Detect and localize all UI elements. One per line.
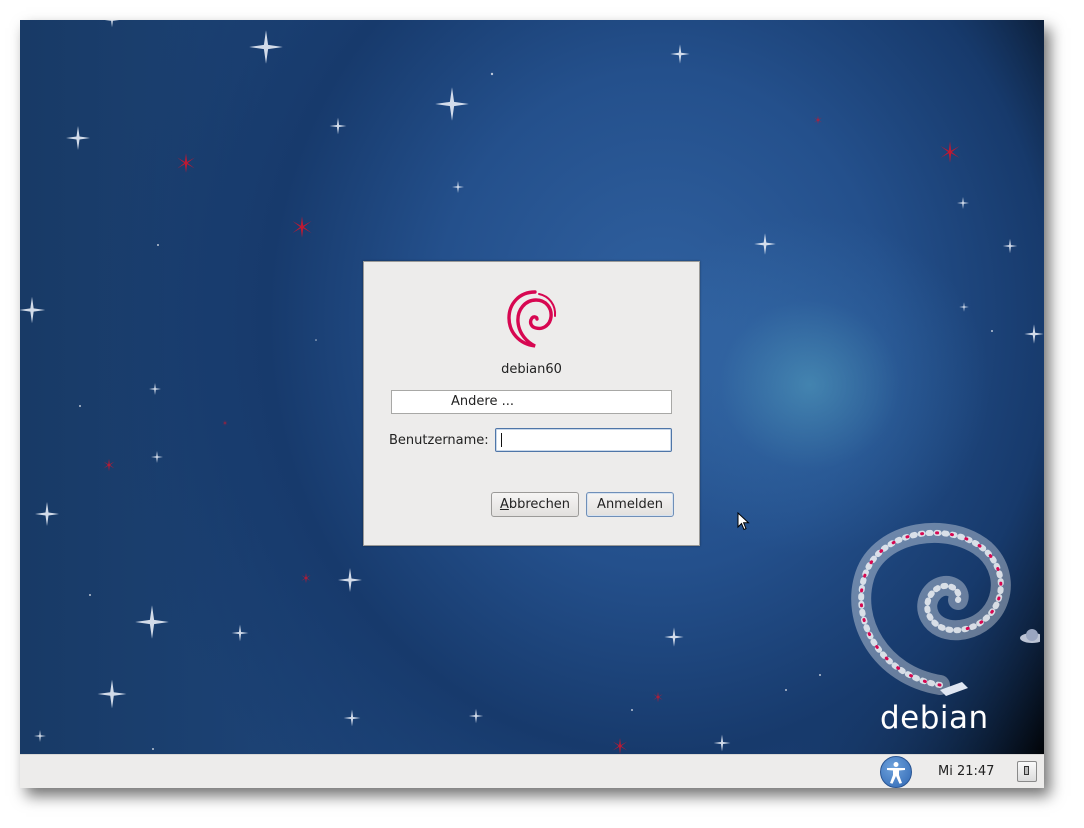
accessibility-button[interactable] [880,756,912,788]
cancel-mnemonic: A [499,497,509,512]
cancel-label-rest: bbrechen [508,497,571,512]
mouse-pointer-icon [737,512,750,531]
user-select-value: Andere ... [451,394,514,409]
shutdown-icon [1024,766,1029,775]
clock[interactable]: Mi 21:47 [938,764,994,779]
debian-swirl-decoration [851,522,1040,696]
login-screen: debian debian60 Andere ... Benutzername:… [20,20,1044,788]
login-button[interactable]: Anmelden [586,492,674,517]
login-dialog: debian60 Andere ... Benutzername: Abbrec… [363,261,700,546]
bottom-panel: Mi 21:47 [20,754,1044,788]
accessibility-icon [887,762,905,784]
username-input[interactable] [495,428,672,452]
desktop-background: debian debian60 Andere ... Benutzername:… [20,20,1044,754]
shutdown-button[interactable] [1017,761,1037,782]
cancel-button[interactable]: Abbrechen [491,492,579,517]
text-caret [501,433,502,447]
hostname-label: debian60 [501,362,562,377]
user-select[interactable]: Andere ... [391,390,672,414]
debian-logo-icon [507,290,557,348]
username-label: Benutzername: [389,433,489,448]
debian-wordmark: debian [880,700,989,736]
